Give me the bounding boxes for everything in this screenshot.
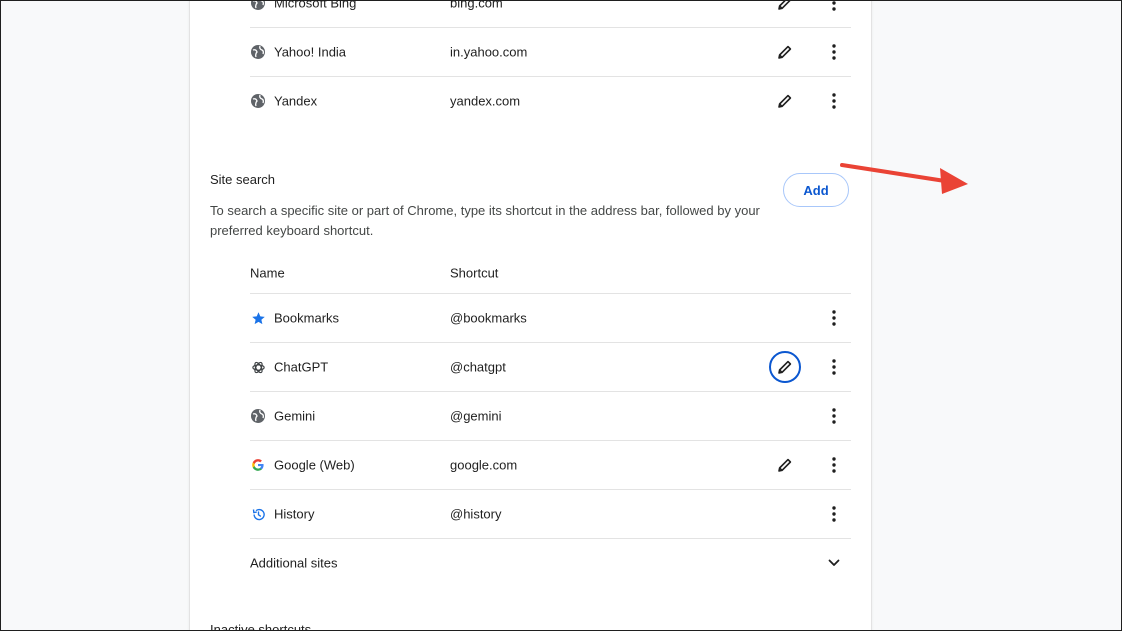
edit-icon[interactable] <box>769 85 801 117</box>
site-search-shortcut: @history <box>450 506 502 522</box>
list-item[interactable]: Yandex yandex.com <box>250 77 851 125</box>
viewport: Microsoft Bing bing.com Yahoo! India in.… <box>0 0 1122 631</box>
site-search-row-bookmarks[interactable]: Bookmarks @bookmarks <box>250 294 851 343</box>
site-search-row-chatgpt[interactable]: ChatGPT @chatgpt <box>250 343 851 392</box>
site-search-name: History <box>274 506 315 522</box>
search-engine-name: Yahoo! India <box>274 44 347 60</box>
openai-icon <box>250 359 266 375</box>
table-header: Name Shortcut <box>250 253 851 294</box>
edit-icon[interactable] <box>769 1 801 19</box>
google-icon <box>250 457 266 473</box>
chevron-down-icon[interactable] <box>818 547 850 579</box>
site-search-name: Gemini <box>274 408 316 424</box>
site-search-description: To search a specific site or part of Chr… <box>210 203 760 238</box>
search-engine-shortcut: yandex.com <box>450 93 521 109</box>
more-vert-icon[interactable] <box>818 85 850 117</box>
search-engine-shortcut: in.yahoo.com <box>450 44 528 60</box>
column-header-name: Name <box>250 265 285 281</box>
site-search-name: Google (Web) <box>274 457 355 473</box>
search-engine-name: Yandex <box>274 93 318 109</box>
history-icon <box>250 506 266 522</box>
edit-icon[interactable] <box>769 351 801 383</box>
more-vert-icon[interactable] <box>818 1 850 19</box>
search-engine-name: Microsoft Bing <box>274 0 357 11</box>
globe-icon <box>250 44 266 60</box>
more-vert-icon[interactable] <box>818 351 850 383</box>
more-vert-icon[interactable] <box>818 449 850 481</box>
star-icon <box>250 310 266 326</box>
globe-icon <box>250 408 266 424</box>
site-search-shortcut: @bookmarks <box>450 310 527 326</box>
inactive-shortcuts-title: Inactive shortcuts <box>210 622 312 631</box>
search-engine-shortcut: bing.com <box>450 0 503 11</box>
annotation-arrow <box>840 163 968 194</box>
site-search-title: Site search <box>210 172 276 187</box>
site-search-row-google[interactable]: Google (Web) google.com <box>250 441 851 490</box>
site-search-name: ChatGPT <box>274 359 329 375</box>
site-search-shortcut: google.com <box>450 457 518 473</box>
more-vert-icon[interactable] <box>818 302 850 334</box>
more-vert-icon[interactable] <box>818 400 850 432</box>
additional-sites-toggle[interactable]: Additional sites <box>250 539 851 587</box>
list-item[interactable]: Microsoft Bing bing.com <box>250 0 851 28</box>
edit-icon[interactable] <box>769 449 801 481</box>
globe-icon <box>250 1 266 11</box>
site-search-row-gemini[interactable]: Gemini @gemini <box>250 392 851 441</box>
list-item[interactable]: Yahoo! India in.yahoo.com <box>250 28 851 77</box>
site-search-row-history[interactable]: History @history <box>250 490 851 539</box>
additional-sites-label: Additional sites <box>250 555 338 571</box>
site-search-shortcut: @chatgpt <box>450 359 506 375</box>
globe-icon <box>250 93 266 109</box>
more-vert-icon[interactable] <box>818 498 850 530</box>
edit-icon[interactable] <box>769 36 801 68</box>
site-search-shortcut: @gemini <box>450 408 502 424</box>
column-header-shortcut: Shortcut <box>450 265 499 281</box>
more-vert-icon[interactable] <box>818 36 850 68</box>
settings-card: Microsoft Bing bing.com Yahoo! India in.… <box>190 0 968 631</box>
site-search-name: Bookmarks <box>274 310 340 326</box>
